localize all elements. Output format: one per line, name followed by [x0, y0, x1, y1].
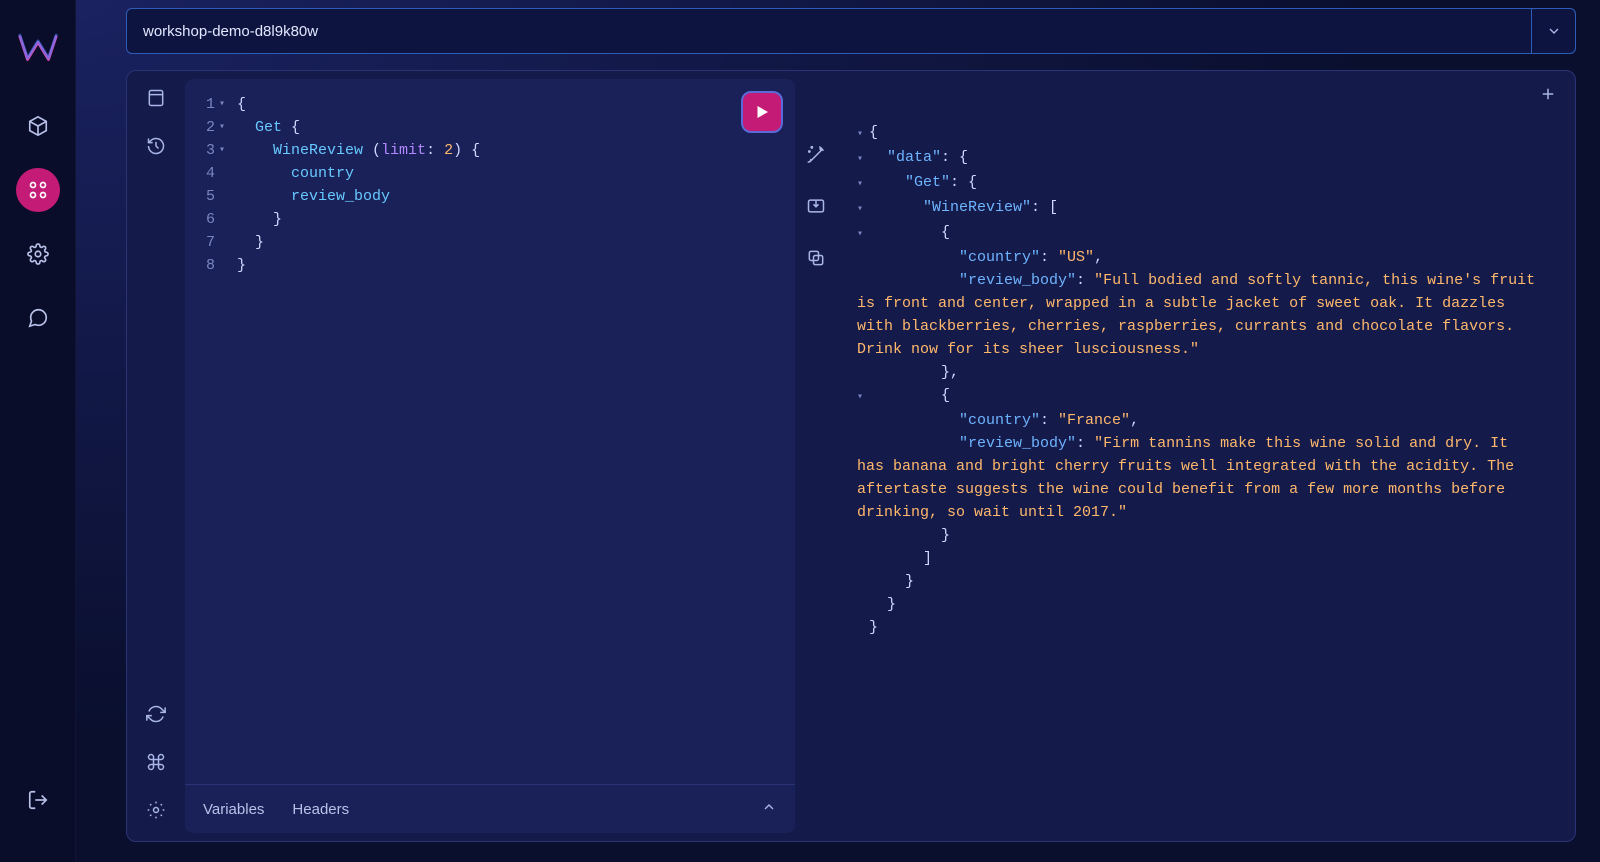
main-column: workshop-demo-d8l9k80w: [76, 0, 1600, 862]
code-text: review_body: [229, 185, 390, 208]
fold-triangle-icon: [215, 162, 229, 185]
fold-triangle-icon[interactable]: ▾: [215, 139, 229, 162]
line-number: 6: [201, 208, 215, 231]
json-line: "review_body": "Firm tannins make this w…: [857, 432, 1541, 524]
fold-triangle-icon: [215, 208, 229, 231]
code-text: }: [229, 254, 246, 277]
code-line[interactable]: 3▾ WineReview (limit: 2) {: [201, 139, 779, 162]
editor-settings-icon[interactable]: [143, 797, 169, 823]
json-line: }: [857, 570, 1541, 593]
line-number: 5: [201, 185, 215, 208]
json-line: "country": "US",: [857, 246, 1541, 269]
instance-name: workshop-demo-d8l9k80w: [127, 11, 1531, 52]
chevron-up-icon[interactable]: [761, 799, 777, 819]
code-line[interactable]: 6 }: [201, 208, 779, 231]
fold-triangle-icon: [215, 231, 229, 254]
code-text: country: [229, 162, 354, 185]
query-editor[interactable]: 1▾{2▾ Get {3▾ WineReview (limit: 2) {4 c…: [185, 79, 795, 833]
response-panel: ▾{▾ "data": {▾ "Get": {▾ "WineReview": […: [837, 71, 1575, 841]
editor-left-toolbar: [127, 71, 185, 841]
chevron-down-icon[interactable]: [1531, 9, 1575, 53]
json-line: "country": "France",: [857, 409, 1541, 432]
json-line: ▾{: [857, 121, 1541, 146]
json-line: "review_body": "Full bodied and softly t…: [857, 269, 1541, 361]
variables-tab[interactable]: Variables: [203, 801, 264, 818]
document-explorer-icon[interactable]: [143, 85, 169, 111]
line-number: 4: [201, 162, 215, 185]
app-logo: [18, 28, 58, 68]
line-number: 1: [201, 93, 215, 116]
fold-triangle-icon[interactable]: ▾: [215, 116, 229, 139]
json-line: ▾ "data": {: [857, 146, 1541, 171]
editor-footer: Variables Headers: [185, 784, 795, 833]
nav-rail: [0, 0, 76, 862]
response-content: ▾{▾ "data": {▾ "Get": {▾ "WineReview": […: [857, 121, 1541, 639]
json-line: ▾ "Get": {: [857, 171, 1541, 196]
run-button[interactable]: [741, 91, 783, 133]
code-line[interactable]: 2▾ Get {: [201, 116, 779, 139]
code-line[interactable]: 4 country: [201, 162, 779, 185]
json-line: ▾ "WineReview": [: [857, 196, 1541, 221]
headers-tab[interactable]: Headers: [292, 801, 349, 818]
app-root: workshop-demo-d8l9k80w: [0, 0, 1600, 862]
copy-icon[interactable]: [803, 245, 829, 271]
refresh-icon[interactable]: [143, 701, 169, 727]
editor-content[interactable]: 1▾{2▾ Get {3▾ WineReview (limit: 2) {4 c…: [185, 79, 795, 784]
fold-triangle-icon[interactable]: ▾: [215, 93, 229, 116]
json-line: },: [857, 361, 1541, 384]
code-line[interactable]: 7 }: [201, 231, 779, 254]
code-line[interactable]: 8}: [201, 254, 779, 277]
history-icon[interactable]: [143, 133, 169, 159]
json-line: }: [857, 524, 1541, 547]
code-line[interactable]: 5 review_body: [201, 185, 779, 208]
prettify-icon[interactable]: [803, 141, 829, 167]
instance-selector[interactable]: workshop-demo-d8l9k80w: [126, 8, 1576, 54]
code-text: }: [229, 208, 282, 231]
code-text: }: [229, 231, 264, 254]
nav-logout[interactable]: [16, 778, 60, 822]
json-line: }: [857, 593, 1541, 616]
code-text: {: [229, 93, 246, 116]
editor-right-toolbar: [795, 71, 837, 841]
fold-triangle-icon[interactable]: ▾: [857, 223, 869, 246]
line-number: 3: [201, 139, 215, 162]
code-line[interactable]: 1▾{: [201, 93, 779, 116]
query-console: 1▾{2▾ Get {3▾ WineReview (limit: 2) {4 c…: [126, 70, 1576, 842]
nav-cube[interactable]: [16, 104, 60, 148]
line-number: 7: [201, 231, 215, 254]
fold-triangle-icon[interactable]: ▾: [857, 173, 869, 196]
fold-triangle-icon: [215, 185, 229, 208]
fold-triangle-icon[interactable]: ▾: [857, 123, 869, 146]
json-line: ▾ {: [857, 221, 1541, 246]
json-line: ▾ {: [857, 384, 1541, 409]
fold-triangle-icon[interactable]: ▾: [857, 386, 869, 409]
fold-triangle-icon: [215, 254, 229, 277]
nav-settings[interactable]: [16, 232, 60, 276]
fold-triangle-icon[interactable]: ▾: [857, 148, 869, 171]
code-text: Get {: [229, 116, 300, 139]
add-tab-icon[interactable]: [1539, 85, 1557, 111]
line-number: 2: [201, 116, 215, 139]
json-line: ]: [857, 547, 1541, 570]
fold-triangle-icon[interactable]: ▾: [857, 198, 869, 221]
json-line: }: [857, 616, 1541, 639]
nav-query-console[interactable]: [16, 168, 60, 212]
line-number: 8: [201, 254, 215, 277]
nav-chat[interactable]: [16, 296, 60, 340]
keyboard-shortcuts-icon[interactable]: [143, 749, 169, 775]
merge-icon[interactable]: [803, 193, 829, 219]
code-text: WineReview (limit: 2) {: [229, 139, 480, 162]
